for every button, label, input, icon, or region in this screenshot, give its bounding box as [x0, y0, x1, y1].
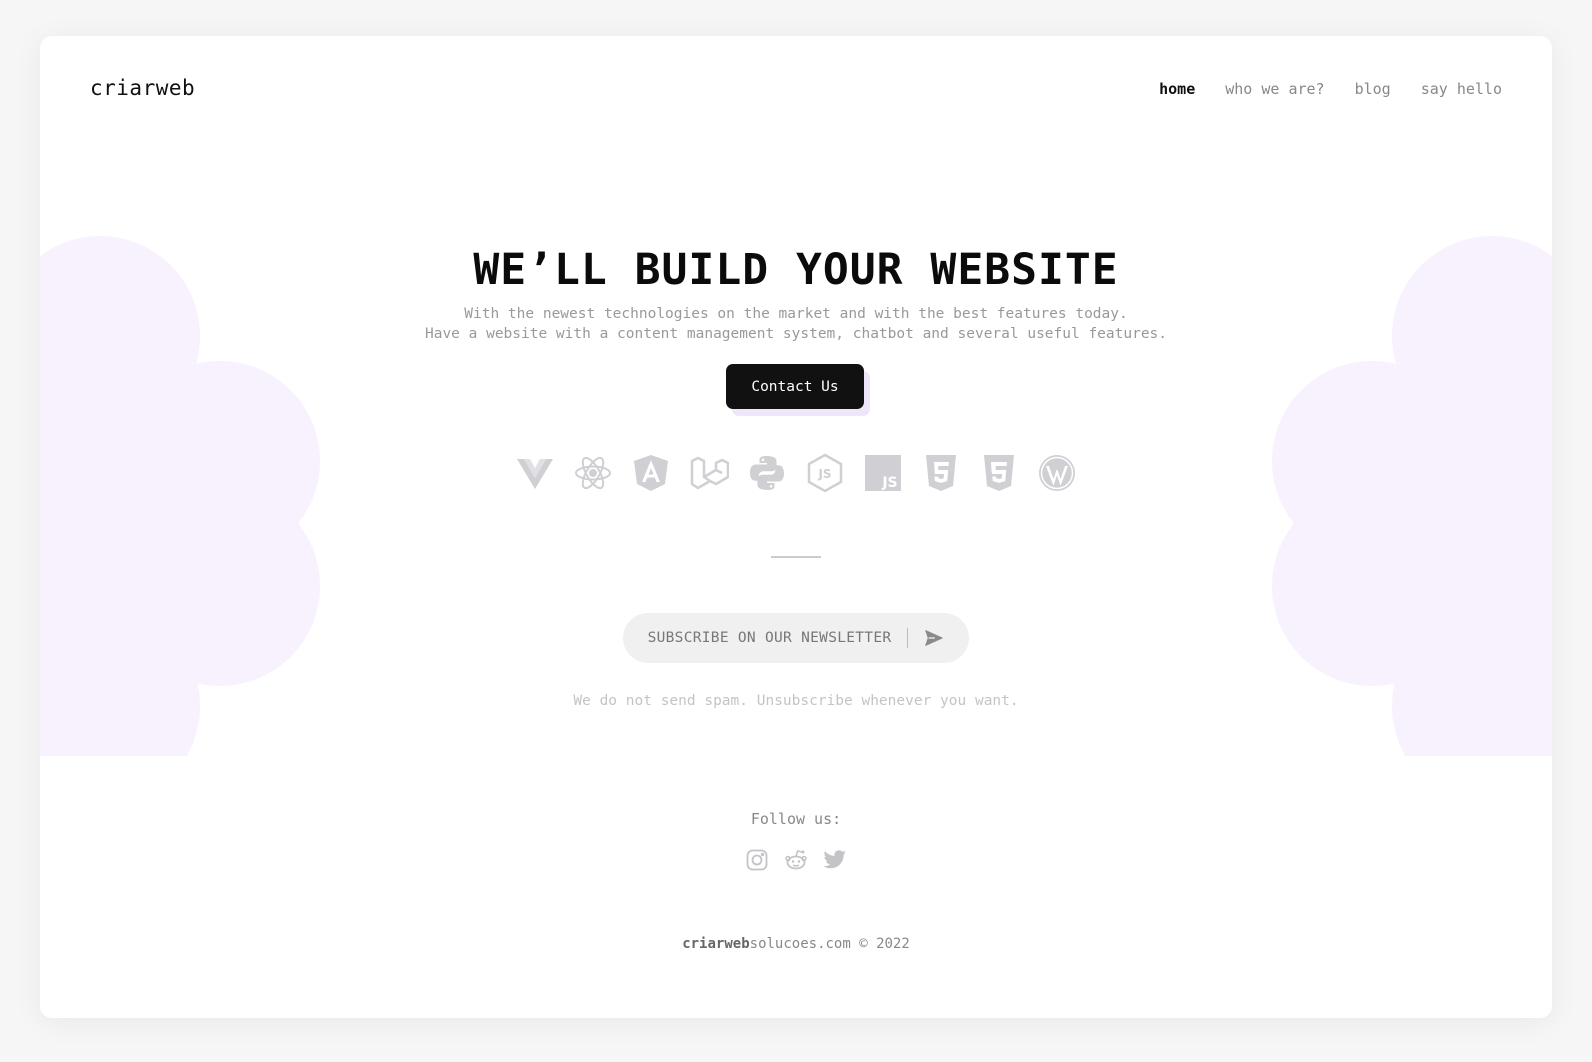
contact-button-wrapper: Contact Us — [726, 364, 870, 416]
section-divider — [771, 556, 821, 558]
nodejs-icon: JS — [805, 453, 845, 497]
main-nav: home who we are? blog say hello — [1159, 80, 1502, 98]
javascript-icon: JS — [863, 453, 903, 497]
footer-copyright: solucoes.com © 2022 — [749, 936, 910, 952]
page-card: criarweb home who we are? blog say hello… — [40, 36, 1552, 1018]
contact-us-button[interactable]: Contact Us — [726, 364, 864, 409]
footer: criarwebsolucoes.com © 2022 — [40, 936, 1552, 952]
twitter-icon[interactable] — [823, 848, 847, 872]
vue-icon — [515, 453, 555, 497]
angular-icon — [631, 453, 671, 497]
react-icon — [573, 453, 613, 497]
laravel-icon — [689, 453, 730, 497]
social-links — [40, 848, 1552, 872]
nav-item-say-hello[interactable]: say hello — [1421, 80, 1502, 98]
svg-text:JS: JS — [881, 475, 897, 491]
wordpress-icon — [1037, 453, 1077, 497]
hero-subtitle: With the newest technologies on the mark… — [40, 304, 1552, 344]
html5-icon — [921, 453, 961, 497]
hero-title: WE’LL BUILD YOUR WEBSITE — [473, 245, 1119, 295]
nav-item-blog[interactable]: blog — [1355, 80, 1391, 98]
newsletter-note: We do not send spam. Unsubscribe wheneve… — [573, 693, 1019, 709]
technology-icons: JS JS — [40, 453, 1552, 497]
newsletter-subscribe-button[interactable]: SUBSCRIBE ON OUR NEWSLETTER — [623, 613, 969, 663]
newsletter-separator — [907, 628, 909, 648]
reddit-icon[interactable] — [784, 848, 808, 872]
python-icon — [747, 453, 787, 497]
send-icon[interactable] — [924, 628, 944, 648]
svg-text:JS: JS — [817, 467, 831, 481]
hero-subtitle-line-1: With the newest technologies on the mark… — [464, 306, 1128, 322]
nav-item-home[interactable]: home — [1159, 80, 1195, 98]
site-logo[interactable]: criarweb — [90, 76, 195, 100]
follow-us-label: Follow us: — [750, 810, 842, 828]
instagram-icon[interactable] — [745, 848, 769, 872]
newsletter-label: SUBSCRIBE ON OUR NEWSLETTER — [647, 630, 892, 646]
footer-brand[interactable]: criarweb — [682, 936, 749, 952]
nav-item-who-we-are[interactable]: who we are? — [1225, 80, 1324, 98]
hero-subtitle-line-2: Have a website with a content management… — [424, 326, 1168, 342]
hero-section: WE’LL BUILD YOUR WEBSITE With the newest… — [40, 242, 1552, 709]
css3-icon — [979, 453, 1019, 497]
